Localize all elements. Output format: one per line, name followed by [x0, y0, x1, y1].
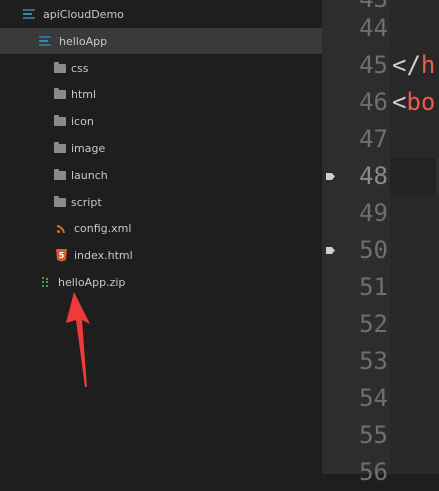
tree-item-index-html[interactable]: 5 index.html — [0, 242, 322, 268]
line-number: 55 — [359, 421, 388, 449]
folder-icon — [54, 87, 66, 99]
project-icon — [23, 9, 35, 19]
line-number: 54 — [359, 384, 388, 412]
tree-item-label: index.html — [74, 248, 133, 262]
folder-icon — [54, 168, 66, 180]
line-number: 49 — [359, 199, 388, 227]
html5-icon: 5 — [56, 248, 67, 262]
tree-item-image[interactable]: image — [0, 135, 322, 161]
line-number: 44 — [359, 14, 388, 42]
line-number: 47 — [359, 125, 388, 153]
line-number: 46 — [359, 88, 388, 116]
code-tag-name: h — [420, 51, 436, 79]
line-number-gutter: 43 44 45 46 47 48 49 50 51 52 53 54 55 5… — [322, 0, 390, 486]
folder-icon — [54, 195, 66, 207]
code-line-45[interactable]: </h — [392, 47, 435, 84]
tree-item-helloapp-zip[interactable]: helloApp.zip — [0, 269, 322, 295]
tree-item-apicloud-demo[interactable]: apiCloudDemo — [0, 1, 322, 27]
line-number: 56 — [359, 458, 388, 486]
tree-item-label: html — [71, 87, 97, 101]
xml-feed-icon — [57, 223, 67, 233]
tree-item-label: config.xml — [74, 221, 132, 235]
tree-item-label: image — [71, 141, 106, 155]
folder-icon — [54, 61, 66, 73]
code-punctuation: < — [392, 88, 407, 116]
tree-item-script[interactable]: script — [0, 189, 322, 215]
tree-item-launch[interactable]: launch — [0, 162, 322, 188]
tree-item-label: script — [71, 195, 102, 209]
tree-item-icon[interactable]: icon — [0, 108, 322, 134]
file-tree-sidebar: apiCloudDemo helloApp css html icon imag… — [0, 0, 322, 474]
code-editor[interactable]: 43 44 45 46 47 48 49 50 51 52 53 54 55 5… — [322, 0, 439, 486]
folder-icon — [54, 141, 66, 153]
tree-item-label: icon — [71, 114, 94, 128]
tree-item-label: launch — [71, 168, 108, 182]
active-line-highlight — [390, 158, 439, 195]
tree-item-html[interactable]: html — [0, 81, 322, 107]
code-line-46[interactable]: <bo — [392, 84, 435, 121]
tree-item-config-xml[interactable]: config.xml — [0, 215, 322, 241]
tree-item-label: css — [71, 61, 89, 75]
tree-item-css[interactable]: css — [0, 55, 322, 81]
code-punctuation: </ — [392, 51, 421, 79]
tree-item-label: helloApp — [59, 34, 108, 48]
tree-item-label: helloApp.zip — [58, 275, 126, 289]
code-tag-name: bo — [406, 88, 436, 116]
tree-item-helloapp[interactable]: helloApp — [0, 28, 322, 54]
line-number: 53 — [359, 347, 388, 375]
red-arrow-annotation — [66, 292, 90, 387]
project-icon — [39, 36, 51, 46]
line-number: 52 — [359, 310, 388, 338]
folder-icon — [54, 114, 66, 126]
zip-file-icon — [41, 277, 49, 287]
line-number: 45 — [359, 51, 388, 79]
tree-item-label: apiCloudDemo — [43, 7, 124, 21]
line-number: 51 — [359, 273, 388, 301]
arrow-shape — [66, 292, 90, 387]
